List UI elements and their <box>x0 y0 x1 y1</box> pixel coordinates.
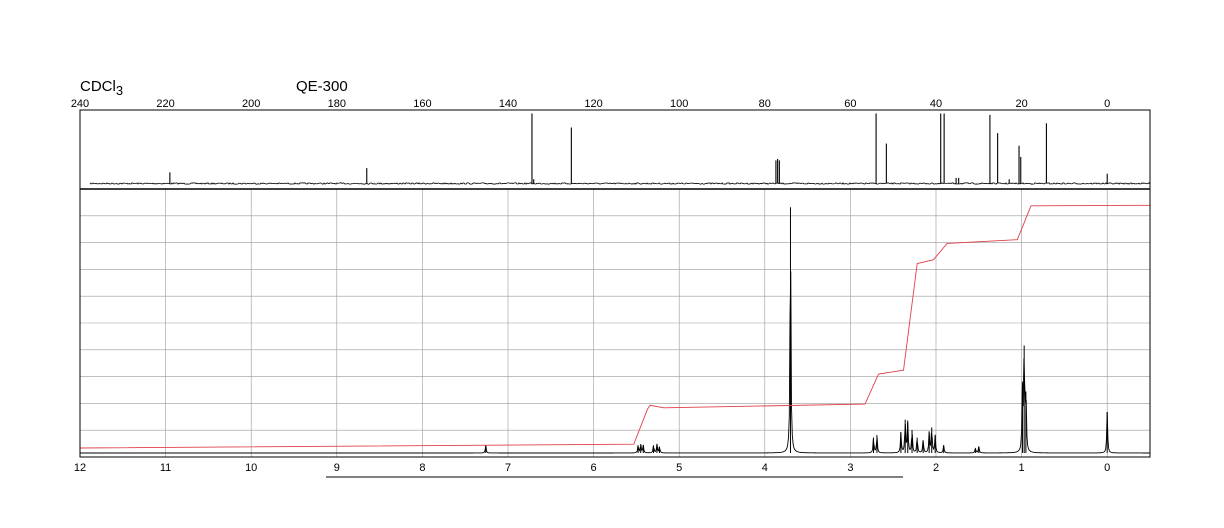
nmr-spectrum-chart: 240 220 200 180 160 140 120 100 80 60 40 20 0 12 11 10… <box>71 98 1151 478</box>
h1-tick-label: 1 <box>1019 462 1025 474</box>
c13-tick-label: 120 <box>584 98 602 110</box>
h1-tick-label: 9 <box>334 462 340 474</box>
c13-tick-label: 220 <box>156 98 174 110</box>
h1-tick-label: 3 <box>847 462 853 474</box>
c13-tick-label: 40 <box>930 98 942 110</box>
c13-baseline <box>89 182 1151 185</box>
h1-tick-label: 0 <box>1104 462 1110 474</box>
c13-tick-label: 80 <box>759 98 771 110</box>
h1-spectrum-trace <box>80 271 1150 454</box>
h1-integral-curve <box>79 204 1151 449</box>
c13-tick-label: 100 <box>670 98 688 110</box>
h1-axis-ticks: 12 11 10 9 8 7 6 5 4 3 2 1 0 <box>74 462 1110 474</box>
c13-axis-ticks: 240 220 200 180 160 140 120 100 80 60 40 20 0 <box>71 98 1110 110</box>
c13-spectrum-plot <box>89 113 1151 185</box>
h1-tick-label: 8 <box>419 462 425 474</box>
c13-tick-label: 140 <box>499 98 517 110</box>
c13-tick-label: 160 <box>413 98 431 110</box>
c13-tick-label: 180 <box>328 98 346 110</box>
c13-tick-label: 0 <box>1104 98 1110 110</box>
h1-tick-label: 7 <box>505 462 511 474</box>
h1-spectrum-plot <box>80 207 1150 454</box>
h1-tick-label: 10 <box>245 462 257 474</box>
h1-tick-label: 2 <box>933 462 939 474</box>
c13-tick-label: 60 <box>844 98 856 110</box>
c13-tick-label: 20 <box>1015 98 1027 110</box>
c13-tick-label: 240 <box>71 98 89 110</box>
h1-tick-label: 6 <box>591 462 597 474</box>
h1-grid <box>80 189 1150 457</box>
c13-tick-label: 200 <box>242 98 260 110</box>
h1-tick-label: 5 <box>676 462 682 474</box>
h1-tick-label: 11 <box>160 462 171 474</box>
h1-tick-label: 12 <box>74 462 86 474</box>
h1-integral-line <box>79 204 1151 449</box>
h1-tick-label: 4 <box>762 462 768 474</box>
